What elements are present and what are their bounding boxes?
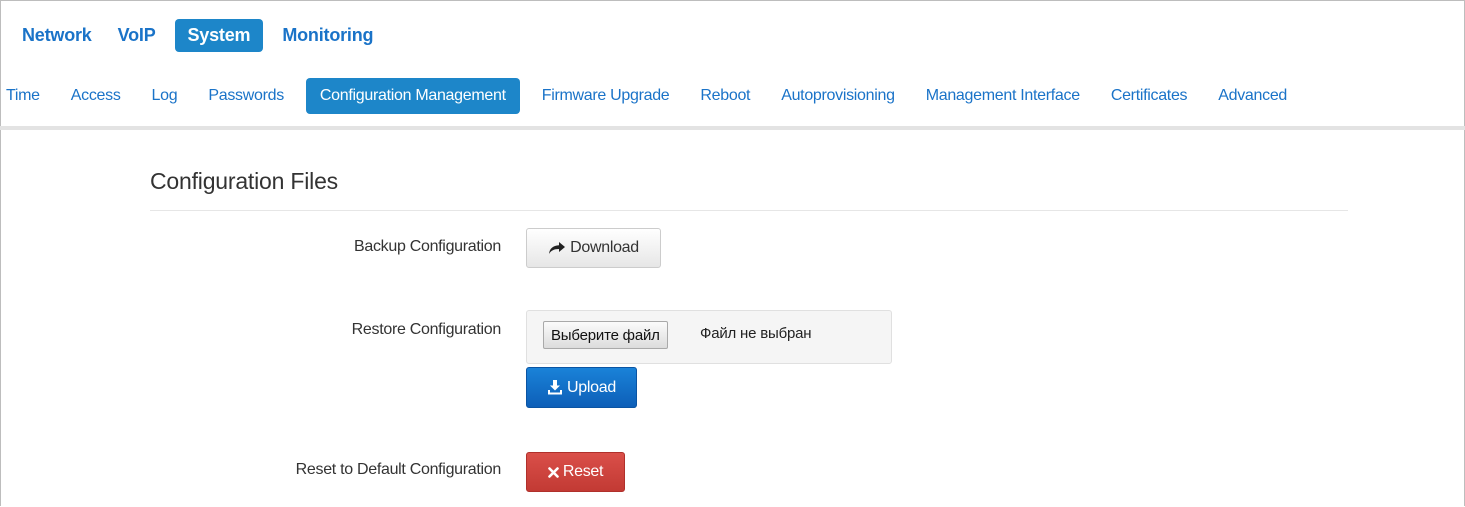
section-title: Configuration Files: [150, 168, 338, 194]
top-nav-system[interactable]: System: [174, 18, 264, 52]
upload-button[interactable]: Upload: [526, 367, 637, 408]
choose-file-button[interactable]: Выберите файл: [543, 321, 668, 349]
download-button[interactable]: Download: [526, 228, 661, 268]
download-tray-icon: [547, 380, 563, 395]
top-nav: Network VoIP System Monitoring: [9, 18, 386, 52]
tab-management-interface[interactable]: Management Interface: [917, 79, 1089, 113]
backup-configuration-label: Backup Configuration: [354, 238, 501, 255]
tab-time[interactable]: Time: [0, 79, 49, 113]
top-nav-voip[interactable]: VoIP: [105, 19, 169, 52]
reset-configuration-label: Reset to Default Configuration: [295, 461, 502, 478]
tab-certificates[interactable]: Certificates: [1102, 79, 1196, 113]
tab-autoprovisioning[interactable]: Autoprovisioning: [772, 79, 904, 113]
tab-reboot[interactable]: Reboot: [691, 79, 759, 113]
reset-button-label: Reset: [562, 463, 604, 480]
tab-passwords[interactable]: Passwords: [199, 79, 293, 113]
top-nav-network[interactable]: Network: [9, 19, 105, 52]
tab-log[interactable]: Log: [143, 79, 187, 113]
restore-configuration-label: Restore Configuration: [351, 321, 502, 338]
close-x-icon: [548, 466, 559, 478]
share-arrow-icon: [548, 241, 566, 255]
tab-configuration-management[interactable]: Configuration Management: [305, 78, 520, 114]
tab-firmware-upgrade[interactable]: Firmware Upgrade: [533, 79, 679, 113]
tab-access[interactable]: Access: [62, 79, 130, 113]
sub-nav: Time Access Log Passwords Configuration …: [0, 77, 1465, 115]
top-nav-monitoring[interactable]: Monitoring: [269, 19, 386, 52]
file-status-text: Файл не выбран: [700, 325, 812, 342]
download-button-label: Download: [570, 239, 639, 256]
file-input[interactable]: Выберите файл Файл не выбран: [526, 310, 892, 364]
window-frame: [0, 0, 1465, 506]
reset-button[interactable]: Reset: [526, 452, 625, 492]
upload-button-label: Upload: [567, 378, 616, 396]
nav-divider: [0, 126, 1465, 130]
section-divider: [150, 210, 1348, 211]
tab-advanced[interactable]: Advanced: [1209, 79, 1296, 113]
